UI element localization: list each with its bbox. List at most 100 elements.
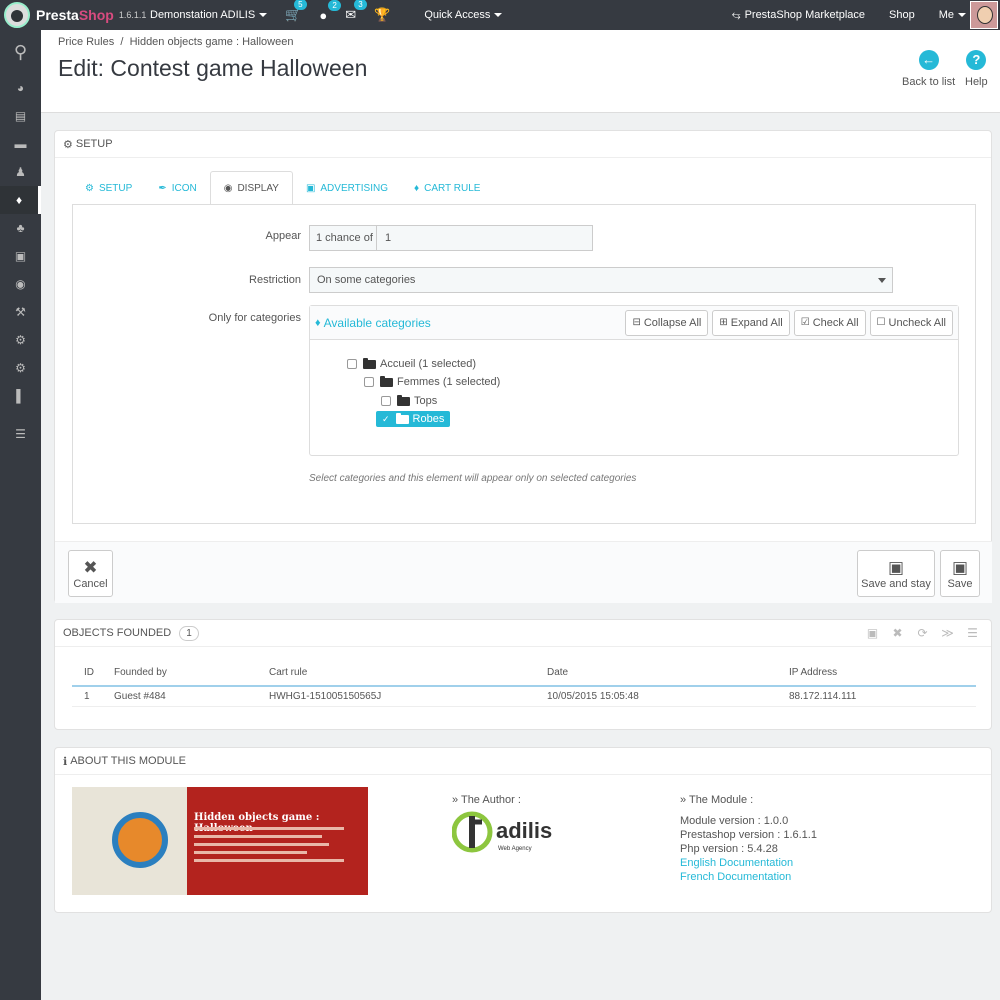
tree-title: Available categories — [323, 315, 431, 330]
uncheck-all-button[interactable]: ☐ Uncheck All — [869, 309, 953, 336]
me-menu[interactable]: Me — [939, 9, 966, 21]
french-documentation-link[interactable]: French Documentation — [680, 870, 817, 884]
shop-link[interactable]: Shop — [889, 9, 915, 21]
tab-cart-rule[interactable]: ♦ CART RULE — [401, 171, 493, 205]
collapse-all-button[interactable]: ⊟ Collapse All — [625, 309, 709, 336]
floppy-icon[interactable]: ▣ — [860, 626, 885, 640]
objects-count-badge: 1 — [179, 625, 199, 641]
refresh-icon[interactable]: ⟳ — [910, 626, 935, 640]
back-to-list-button[interactable]: ← Back to list — [902, 50, 955, 88]
module-info: Module version : 1.0.0 Prestashop versio… — [680, 814, 817, 884]
customers-notification[interactable]: ● 2 — [319, 0, 341, 23]
appear-label: Appear — [265, 230, 301, 242]
puzzle-icon[interactable]: ♣ — [0, 214, 41, 242]
tag-icon: ♦ — [315, 316, 321, 329]
tab-display[interactable]: ◉ DISPLAY — [209, 171, 293, 205]
marketplace-icon: ⥃ — [731, 8, 741, 21]
stats-icon[interactable]: ▌ — [0, 382, 41, 410]
chevron-down-icon — [259, 13, 268, 17]
save-button[interactable]: ▣ Save — [940, 550, 980, 597]
dashboard-icon[interactable]: ◕ — [0, 74, 41, 102]
check-square-icon: ☑ — [800, 317, 810, 328]
tree-node-tops[interactable]: Tops — [381, 394, 437, 407]
database-icon[interactable]: ☰ — [960, 626, 985, 640]
node-label: Robes — [412, 413, 445, 425]
pumpkin-magnifier-icon — [112, 812, 168, 868]
breadcrumb-separator: / — [120, 36, 124, 48]
module-banner-image: Hidden objects game : Halloween — [72, 787, 368, 895]
shop-selector[interactable]: Demonstation ADILIS — [150, 9, 268, 21]
close-icon[interactable]: ✖ — [885, 626, 910, 640]
folder-open-icon — [363, 357, 376, 369]
tree-node-accueil[interactable]: Accueil (1 selected) — [347, 357, 476, 370]
appear-input[interactable]: 1 — [377, 226, 592, 250]
tags-icon[interactable]: ♦ — [0, 186, 41, 214]
customers-icon[interactable]: ♟ — [0, 158, 41, 186]
back-to-list-label: Back to list — [902, 76, 956, 88]
orders-badge: 5 — [294, 0, 307, 10]
tree-header: ♦ Available categories ⊟ Collapse All ⊞ Ex… — [310, 306, 958, 340]
cancel-button[interactable]: ✖ Cancel — [68, 550, 113, 597]
breadcrumb-price-rules[interactable]: Price Rules — [58, 36, 114, 48]
brush-icon: ✒ — [158, 182, 167, 194]
collapse-all-label: Collapse All — [643, 316, 702, 329]
adilis-logo-text: adilis — [496, 818, 552, 843]
check-all-button[interactable]: ☑ Check All — [793, 309, 866, 336]
expand-all-button[interactable]: ⊞ Expand All — [712, 309, 790, 336]
objects-panel: OBJECTS FOUNDED 1 ▣ ✖ ⟳ ≫ ☰ ID Founded by… — [54, 619, 992, 730]
avatar[interactable] — [970, 1, 998, 29]
menu-icon[interactable]: ☰ — [0, 420, 41, 448]
terminal-icon[interactable]: ≫ — [935, 626, 960, 640]
objects-heading: OBJECTS FOUNDED 1 — [55, 620, 991, 647]
info-icon: ℹ — [63, 755, 68, 768]
tab-advertising[interactable]: ▣ ADVERTISING — [293, 171, 401, 205]
minus-square-icon: ⊟ — [632, 317, 641, 328]
marketplace-link[interactable]: ⥃ PrestaShop Marketplace — [732, 9, 865, 22]
cell-ip-address: 88.172.114.111 — [777, 686, 976, 707]
restriction-select[interactable]: On some categories — [309, 267, 893, 293]
tree-node-robes[interactable]: ✓ Robes — [376, 411, 451, 427]
tab-setup[interactable]: ⚙ SETUP — [72, 171, 145, 205]
table-row[interactable]: 1 Guest #484 HWHG1-151005150565J 10/05/2… — [72, 686, 976, 707]
cell-founded-by: Guest #484 — [102, 686, 257, 707]
search-icon[interactable]: ⚲ — [0, 30, 41, 74]
tab-icon[interactable]: ✒ ICON — [145, 171, 209, 205]
english-documentation-link[interactable]: English Documentation — [680, 856, 817, 870]
eye-icon: ◉ — [223, 182, 233, 194]
question-icon: ? — [966, 50, 987, 70]
orders-icon[interactable]: ▤ — [0, 102, 41, 130]
credit-card-icon[interactable]: ▬ — [0, 130, 41, 158]
category-checkbox[interactable] — [347, 359, 357, 369]
display-tab-content: Appear 1 chance of 1 Restriction On some… — [72, 204, 976, 524]
save-and-stay-button[interactable]: ▣ Save and stay — [857, 550, 935, 597]
tree-node-femmes[interactable]: Femmes (1 selected) — [364, 375, 501, 388]
wrench-icon[interactable]: ⚒ — [0, 298, 41, 326]
messages-notification[interactable]: ✉ 3 — [345, 0, 367, 23]
quick-access-menu[interactable]: Quick Access — [424, 9, 503, 21]
globe-icon[interactable]: ◉ — [0, 270, 41, 298]
orders-notification[interactable]: 🛒 5 — [285, 0, 307, 23]
check-all-label: Check All — [812, 316, 859, 329]
category-checkbox[interactable] — [364, 377, 374, 387]
tab-label: SETUP — [98, 182, 133, 194]
column-cart-rule: Cart rule — [257, 660, 535, 687]
gears-icon: ⚙ — [85, 182, 94, 194]
prestashop-logo[interactable]: PrestaShop 1.6.1.1 — [0, 2, 150, 28]
trophy-icon: 🏆 — [374, 7, 391, 22]
gears-icon[interactable]: ⚙ — [0, 326, 41, 354]
customers-badge: 2 — [328, 0, 341, 11]
objects-table: ID Founded by Cart rule Date IP Address … — [72, 660, 976, 707]
check-icon: ✓ — [382, 413, 390, 424]
uncheck-all-label: Uncheck All — [888, 316, 946, 329]
truck-icon[interactable]: ▣ — [0, 242, 41, 270]
php-version: Php version : 5.4.28 — [680, 843, 778, 855]
envelope-icon: ✉ — [345, 7, 357, 22]
cog-icon[interactable]: ⚙ — [0, 354, 41, 382]
sidebar: ⚲ ◕ ▤ ▬ ♟ ♦ ♣ ▣ ◉ ⚒ ⚙ ⚙ ▌ ☰ — [0, 30, 41, 1000]
node-label: Femmes (1 selected) — [397, 376, 501, 388]
trophy-button[interactable]: 🏆 — [374, 7, 390, 23]
save-and-stay-label: Save and stay — [861, 578, 931, 590]
help-button[interactable]: ? Help — [965, 50, 988, 88]
breadcrumb-module[interactable]: Hidden objects game : Halloween — [130, 36, 294, 48]
category-checkbox[interactable] — [381, 396, 391, 406]
